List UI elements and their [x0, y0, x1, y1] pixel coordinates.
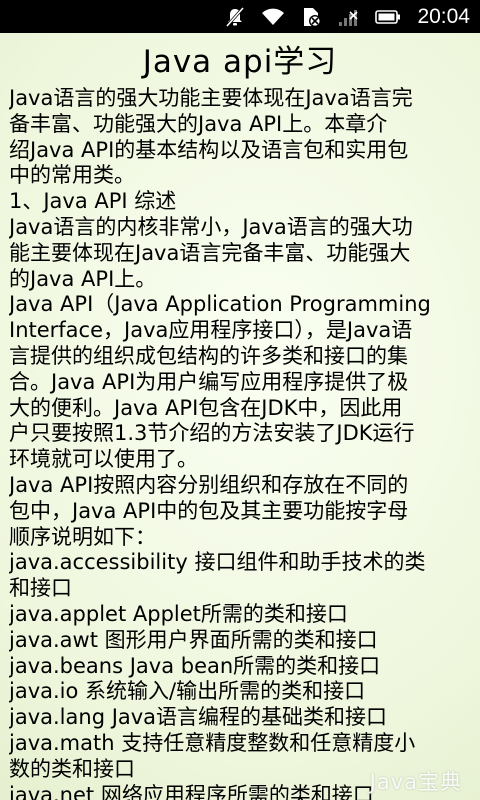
article-line: 言提供的组织成包结构的许多类和接口的集 — [9, 343, 408, 368]
article-line: java.applet Applet所需的类和接口 — [9, 601, 348, 626]
article-body[interactable]: Java语言的强大功能主要体现在Java语言完 备丰富、功能强大的Java API… — [9, 86, 474, 800]
battery-icon — [375, 5, 401, 29]
article-line: 绍Java API的基本结构以及语言包和实用包 — [9, 137, 409, 162]
page-title: Java api学习 — [142, 43, 338, 80]
article-line: 包中，Java API中的包及其主要功能按字母 — [9, 498, 409, 523]
article-line: Java语言的强大功能主要体现在Java语言完 — [9, 86, 413, 110]
article-line: 1、Java API 综述 — [9, 189, 177, 214]
article-line: 中的常用类。 — [9, 163, 135, 188]
article-line: 合。Java API为用户编写应用程序提供了极 — [9, 369, 409, 394]
article-line: 的Java API上。 — [9, 266, 157, 291]
article-line: Java API（Java Application Programming — [9, 292, 431, 317]
article-line: java.accessibility 接口组件和助手技术的类 — [9, 550, 426, 575]
no-sim-icon — [299, 5, 323, 29]
article-line: 备丰富、功能强大的Java API上。本章介 — [9, 111, 388, 136]
wifi-icon — [261, 5, 285, 29]
article-line: java.math 支持任意精度整数和任意精度小 — [9, 730, 416, 755]
article-line: 能主要体现在Java语言完备丰富、功能强大 — [9, 240, 411, 265]
article-line: java.beans Java bean所需的类和接口 — [9, 653, 381, 678]
mute-icon — [223, 5, 247, 29]
article-line: 和接口 — [9, 576, 72, 601]
app-watermark: Java宝典 — [369, 770, 462, 794]
article-line: Java语言的内核非常小，Java语言的强大功 — [9, 214, 413, 239]
article-line: 户只要按照1.3节介绍的方法安装了JDK运行 — [9, 421, 415, 446]
article-line: 大的便利。Java API包含在JDK中，因此用 — [9, 395, 403, 420]
clock-time: 20:04 — [417, 4, 470, 28]
article-line: java.io 系统输入/输出所需的类和接口 — [9, 679, 366, 704]
signal-icon — [337, 5, 361, 29]
status-bar: 20:04 — [0, 0, 480, 33]
article-line: 顺序说明如下： — [9, 524, 156, 549]
article-line: Interface，Java应用程序接口），是Java语 — [9, 318, 413, 343]
article-line: java.awt 图形用户界面所需的类和接口 — [9, 627, 378, 652]
article-line: 环境就可以使用了。 — [9, 447, 198, 472]
article-line: Java API按照内容分别组织和存放在不同的 — [9, 472, 409, 497]
article-line: java.lang Java语言编程的基础类和接口 — [9, 705, 388, 730]
